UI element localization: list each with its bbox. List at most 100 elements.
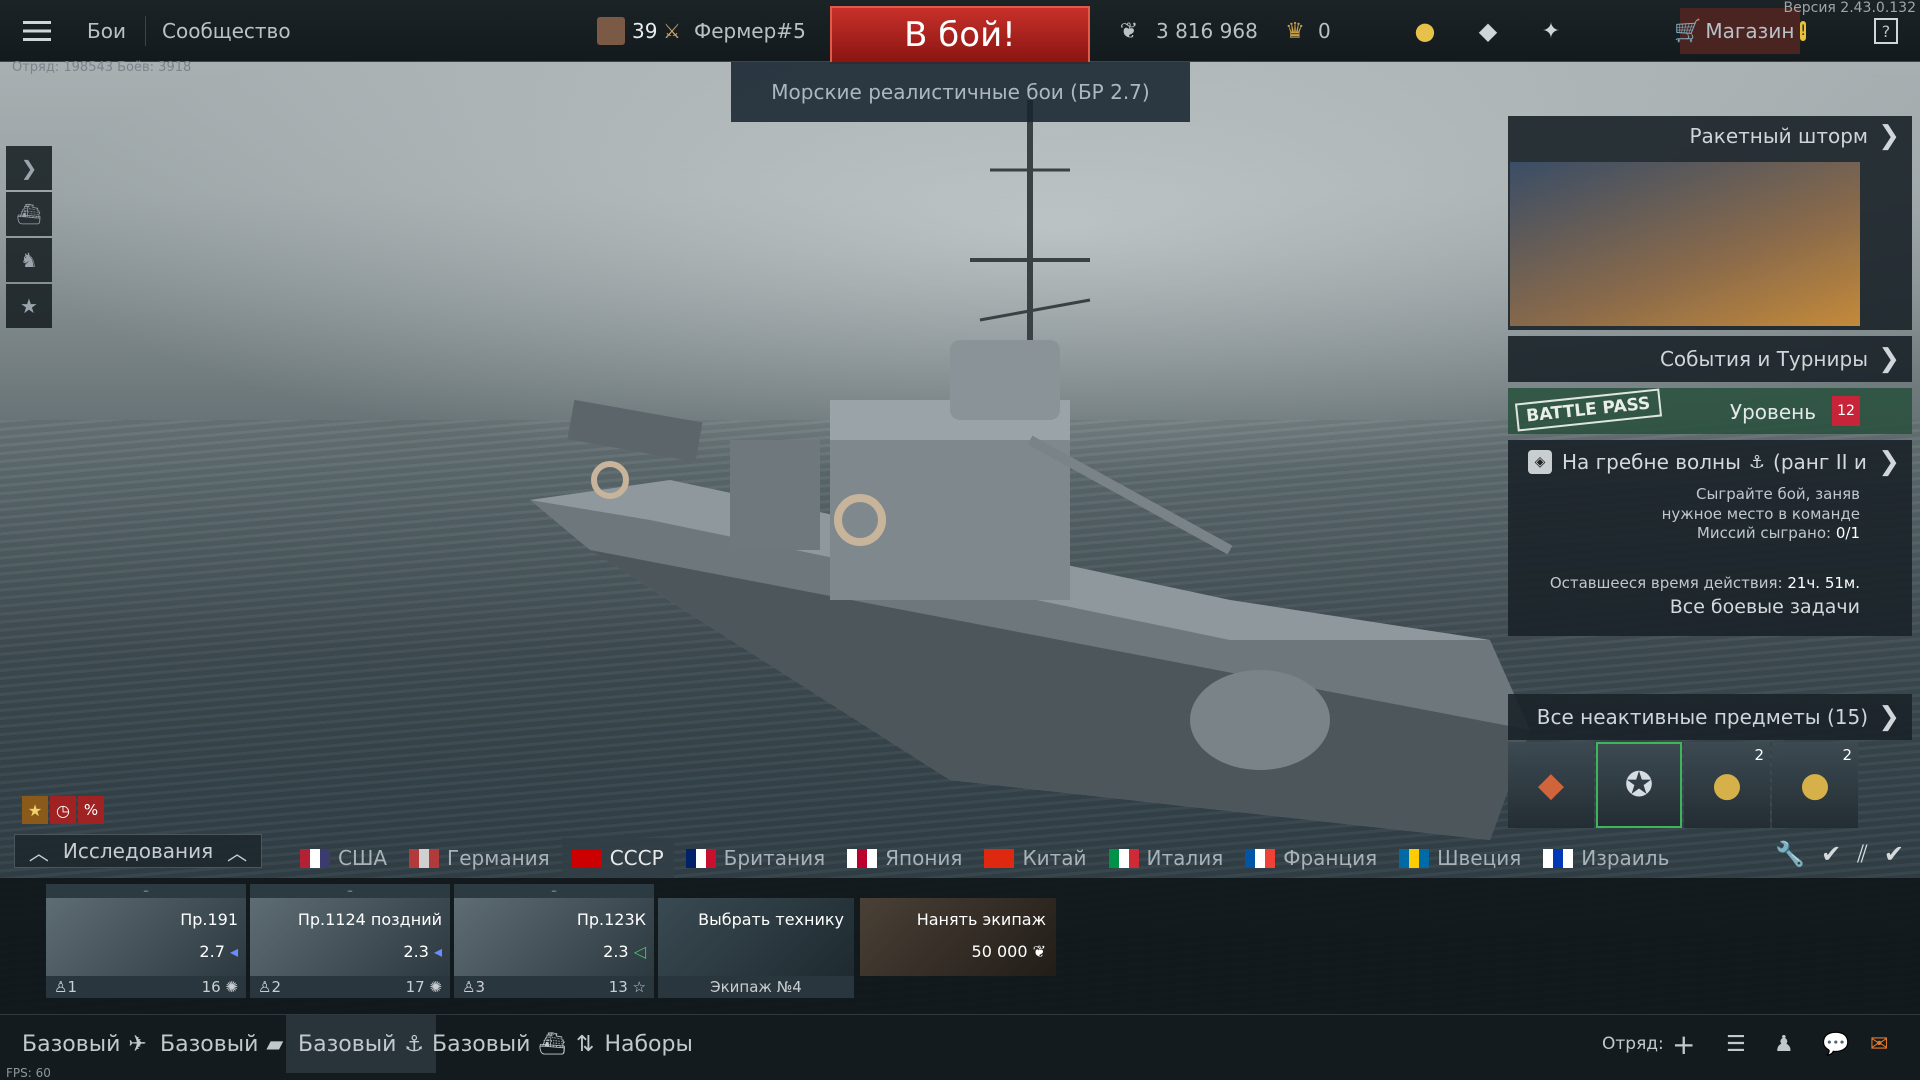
tab-nation[interactable]: США — [290, 838, 397, 878]
avatar[interactable] — [596, 0, 626, 62]
nation-label: Италия — [1146, 846, 1224, 870]
flag-icon — [1399, 848, 1430, 868]
diamond-icon[interactable]: ◆ — [1474, 0, 1502, 62]
crew-number: ♙3 — [462, 978, 485, 996]
item-slot[interactable]: ● 2 — [1684, 742, 1770, 828]
mail-icon[interactable]: ✉ — [1870, 1015, 1888, 1073]
star-icon[interactable]: ★ — [6, 284, 52, 328]
flag-icon — [1108, 848, 1139, 868]
chevron-right-icon: ❯ — [1878, 702, 1900, 732]
event-title-row[interactable]: Ракетный шторм ❯ — [1508, 116, 1912, 156]
battle-task-panel[interactable]: ◈ На гребне волны ⚓ (ранг II и ❯ Сыграйт… — [1508, 440, 1912, 636]
tab-nation[interactable]: Швеция — [1389, 838, 1531, 878]
booster-icon: ◆ — [1537, 765, 1565, 805]
hire-crew-label: Нанять экипаж — [916, 910, 1046, 929]
event-image[interactable] — [1510, 162, 1860, 326]
preset-ground[interactable]: Базовый ▰ — [160, 1015, 283, 1073]
discount-icon[interactable]: % — [78, 796, 104, 824]
event-banner[interactable]: Ракетный шторм ❯ — [1508, 116, 1912, 330]
left-nav: ❯ ⛴ ♞ ★ — [6, 146, 52, 330]
plane-icon: ✈ — [128, 1031, 147, 1057]
vehicle-slot[interactable]: – Пр.123К 2.3 ◁ ♙3 13 ☆ — [454, 884, 654, 1006]
friends-icon[interactable]: ♟ — [1774, 1015, 1794, 1073]
preset-naval-small[interactable]: Базовый ⚓ — [286, 1015, 437, 1073]
crew-number-value: 2 — [271, 978, 281, 996]
preset-label: Базовый — [298, 1031, 397, 1057]
flag-icon — [984, 848, 1015, 868]
choose-vehicle-slot[interactable]: Выбрать технику Экипаж №4 — [658, 884, 854, 1006]
item-slot[interactable]: ● 2 — [1772, 742, 1858, 828]
hamburger-icon[interactable] — [20, 0, 54, 62]
tab-nation[interactable]: Британия — [676, 838, 835, 878]
research-toggle[interactable]: ︿ Исследования ︿ — [14, 834, 262, 868]
br-value: 2.7 — [199, 942, 225, 961]
item-slot[interactable]: ✪ — [1596, 742, 1682, 828]
tab-nation[interactable]: Франция — [1235, 838, 1387, 878]
battle-pass-row[interactable]: BATTLE PASS Уровень 12 — [1508, 388, 1912, 434]
all-tasks-link[interactable]: Все боевые задачи — [1508, 596, 1912, 618]
tab-nation[interactable]: Китай — [974, 838, 1096, 878]
shop-button[interactable]: 🛒 Магазин ! — [1674, 8, 1807, 54]
task-title-row[interactable]: ◈ На гребне волны ⚓ (ранг II и ❯ — [1508, 440, 1912, 484]
lightbulb-icon[interactable]: ● — [1412, 0, 1438, 62]
golden-eagles-icon[interactable]: ♛ — [1280, 0, 1310, 62]
alert-icon: ! — [1800, 21, 1807, 41]
star-icon[interactable]: ★ — [22, 796, 48, 824]
to-battle-button[interactable]: В бой! — [830, 6, 1090, 64]
tab-nation[interactable]: Германия — [399, 838, 560, 878]
wrench-icon[interactable]: 🔧 — [1775, 840, 1805, 868]
vehicle-slot[interactable]: – Пр.1124 поздний 2.3 ◂ ♙2 17 ✺ — [250, 884, 450, 1006]
game-mode-selector[interactable]: Морские реалистичные бои (БР 2.7) — [731, 62, 1190, 122]
inactive-items-row[interactable]: Все неактивные предметы (15) ❯ — [1508, 694, 1912, 740]
ship-icon[interactable]: ⛴ — [6, 192, 52, 236]
chat-icon[interactable]: 💬 — [1822, 1015, 1849, 1073]
inactive-items: ◆ ✪ ● 2 ● 2 — [1508, 742, 1858, 828]
flag-icon — [847, 848, 878, 868]
add-squad-icon[interactable]: + — [1672, 1015, 1695, 1073]
kits-button[interactable]: ⇅ Наборы — [576, 1015, 693, 1073]
hire-crew-slot[interactable]: Нанять экипаж 50 000 ❦ — [860, 884, 1056, 1006]
crew-image: Выбрать технику — [658, 898, 854, 976]
preset-label: Базовый — [22, 1031, 121, 1057]
check-all-icon[interactable]: ⫽ — [1857, 840, 1868, 868]
crew-icon[interactable]: ♞ — [6, 238, 52, 282]
coupon-icon[interactable]: ✦ — [1536, 0, 1566, 62]
tab-nation[interactable]: Израиль — [1533, 838, 1679, 878]
slot-header: – — [454, 884, 654, 898]
preset-naval-large[interactable]: Базовый ⛴ — [432, 1015, 566, 1073]
nation-tabs: США Германия СССР Британия Япония Китай Италия… — [290, 838, 1681, 878]
battle-rating: 2.3 ◁ — [603, 942, 646, 961]
check-icon[interactable]: ✔ — [1884, 840, 1904, 868]
inactive-items-label: Все неактивные предметы (15) — [1536, 705, 1868, 729]
tab-nation[interactable]: Италия — [1099, 838, 1234, 878]
crew-level: 16 ✺ — [201, 978, 238, 996]
menu-community[interactable]: Сообщество — [162, 0, 291, 62]
battle-pass-level: 12 — [1832, 396, 1860, 426]
preset-air[interactable]: Базовый ✈ — [22, 1015, 147, 1073]
tab-nation[interactable]: СССР — [561, 838, 674, 878]
task-time-row: Оставшееся время действия: 21ч. 51м. — [1508, 574, 1912, 592]
battle-rating: 2.3 ◂ — [403, 942, 442, 961]
bottom-bar: Базовый ✈ Базовый ▰ Базовый ⚓ Базовый ⛴ ⇅ Наб… — [0, 1014, 1920, 1080]
list-icon[interactable]: ☰ — [1726, 1015, 1746, 1073]
chevron-right-icon: ❯ — [1878, 447, 1900, 477]
nation-label: Британия — [723, 846, 826, 870]
nickname[interactable]: Фермер#5 — [694, 0, 806, 62]
crew-number-value: 3 — [475, 978, 485, 996]
flag-icon — [1543, 848, 1574, 868]
boat-model — [530, 100, 1530, 840]
tab-nation[interactable]: Япония — [837, 838, 972, 878]
item-slot[interactable]: ◆ — [1508, 742, 1594, 828]
nation-label: США — [338, 846, 388, 870]
flag-icon — [685, 848, 716, 868]
vehicle-slot[interactable]: – Пр.191 2.7 ◂ ♙1 16 ✺ — [46, 884, 246, 1006]
battle-pass-level-label: Уровень — [1729, 400, 1816, 424]
events-row[interactable]: События и Турниры ❯ — [1508, 336, 1912, 382]
kits-label: Наборы — [604, 1031, 693, 1057]
menu-battles[interactable]: Бои — [87, 0, 126, 62]
expand-chevron-icon[interactable]: ❯ — [6, 146, 52, 190]
clock-icon[interactable]: ◷ — [50, 796, 76, 824]
check-icon[interactable]: ✔ — [1821, 840, 1841, 868]
shield-icon: ◈ — [1528, 450, 1552, 474]
vehicle-image: Пр.191 2.7 ◂ — [46, 898, 246, 976]
